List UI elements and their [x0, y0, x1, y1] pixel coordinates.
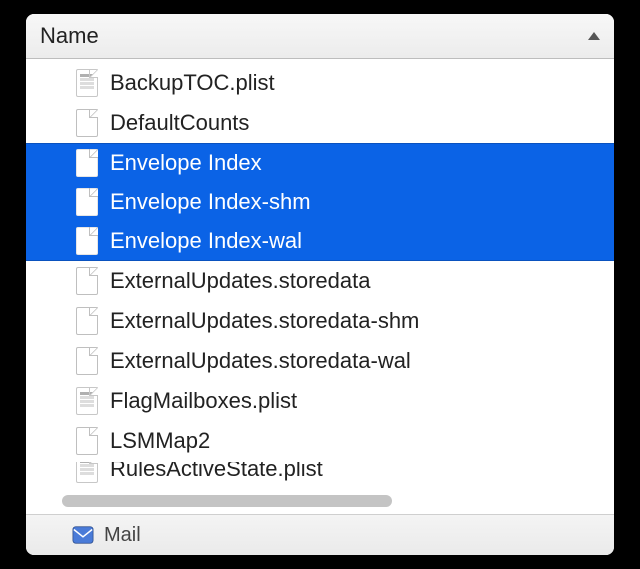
file-name-label: ExternalUpdates.storedata-shm — [110, 308, 419, 334]
generic-file-icon — [76, 188, 98, 216]
generic-file-icon — [76, 109, 98, 137]
plist-file-icon — [76, 387, 98, 415]
sort-ascending-icon[interactable] — [588, 32, 600, 40]
generic-file-icon — [76, 149, 98, 177]
generic-file-icon — [76, 307, 98, 335]
column-header-label: Name — [40, 23, 99, 49]
generic-file-icon — [76, 427, 98, 455]
mail-app-icon — [72, 524, 94, 546]
file-name-label: Envelope Index-shm — [110, 189, 311, 215]
horizontal-scrollbar-thumb[interactable] — [62, 495, 392, 507]
path-bar-folder-name: Mail — [104, 524, 141, 547]
plist-file-icon — [76, 69, 98, 97]
generic-file-icon — [76, 267, 98, 295]
file-row[interactable]: RulesActiveState.plist — [26, 461, 614, 489]
file-name-label: RulesActiveState.plist — [110, 461, 323, 482]
file-row[interactable]: FlagMailboxes.plist — [26, 381, 614, 421]
file-row[interactable]: Envelope Index-shm — [26, 182, 614, 222]
file-row[interactable]: DefaultCounts — [26, 103, 614, 143]
file-row[interactable]: BackupTOC.plist — [26, 63, 614, 103]
file-row[interactable]: ExternalUpdates.storedata-shm — [26, 301, 614, 341]
column-header-name[interactable]: Name — [26, 14, 614, 59]
file-row[interactable]: ExternalUpdates.storedata — [26, 261, 614, 301]
plist-file-icon — [76, 461, 98, 483]
file-row[interactable]: Envelope Index-wal — [26, 221, 614, 261]
path-bar[interactable]: Mail — [26, 514, 614, 555]
generic-file-icon — [76, 347, 98, 375]
file-row[interactable]: Envelope Index — [26, 143, 614, 183]
file-row[interactable]: ExternalUpdates.storedata-wal — [26, 341, 614, 381]
file-list[interactable]: BackupTOC.plist DefaultCounts Envelope Ind… — [26, 59, 614, 490]
file-name-label: Envelope Index — [110, 150, 262, 176]
file-name-label: ExternalUpdates.storedata — [110, 268, 371, 294]
file-name-label: FlagMailboxes.plist — [110, 388, 297, 414]
file-name-label: ExternalUpdates.storedata-wal — [110, 348, 411, 374]
file-name-label: BackupTOC.plist — [110, 70, 275, 96]
finder-window: Name BackupTOC.plist DefaultCounts Envelop… — [26, 14, 614, 555]
file-name-label: LSMMap2 — [110, 428, 210, 454]
horizontal-scrollbar-track[interactable] — [26, 490, 614, 514]
file-name-label: DefaultCounts — [110, 110, 249, 136]
generic-file-icon — [76, 227, 98, 255]
file-name-label: Envelope Index-wal — [110, 228, 302, 254]
file-row[interactable]: LSMMap2 — [26, 421, 614, 461]
